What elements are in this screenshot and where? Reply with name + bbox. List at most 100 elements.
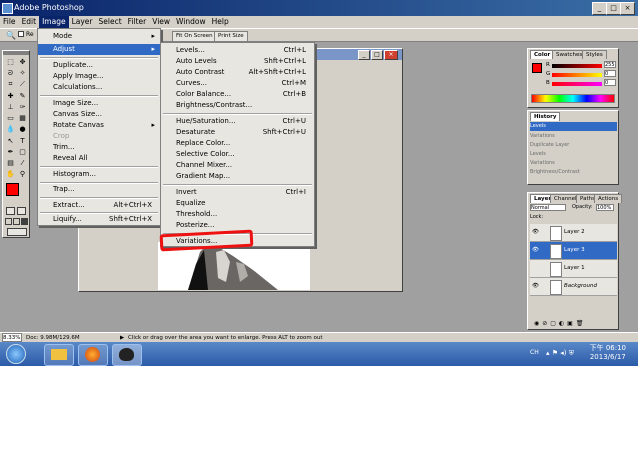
menu-item-liquify[interactable]: Liquify... Shft+Ctrl+X: [38, 214, 160, 225]
layer-row[interactable]: 👁 Background: [530, 278, 617, 296]
blur-tool-icon[interactable]: 💧: [5, 124, 16, 134]
foreground-color-swatch[interactable]: [6, 183, 19, 196]
opacity-field[interactable]: 100%: [596, 204, 614, 211]
zoom-field[interactable]: 8.33%: [2, 333, 22, 342]
menu-edit[interactable]: Edit: [19, 16, 40, 28]
history-item[interactable]: Variations: [530, 159, 617, 168]
path-select-tool-icon[interactable]: ↖: [5, 136, 16, 146]
layer-row[interactable]: 👁 Layer 2: [530, 224, 617, 242]
history-brush-tool-icon[interactable]: ✑: [17, 102, 28, 112]
resize-windows-checkbox[interactable]: [18, 31, 24, 37]
history-item[interactable]: Duplicate Layer: [530, 141, 617, 150]
lasso-tool-icon[interactable]: ᘐ: [5, 68, 16, 78]
menu-item-duplicate[interactable]: Duplicate...: [38, 60, 160, 71]
history-item[interactable]: Variations: [530, 132, 617, 141]
menu-item-brightness-contrast[interactable]: Brightness/Contrast...: [161, 100, 314, 111]
notes-tool-icon[interactable]: ▤: [5, 158, 16, 168]
zoom-tool-icon[interactable]: ⚲: [17, 169, 28, 179]
screen-mode-full-menu-icon[interactable]: [13, 218, 20, 225]
system-clock[interactable]: 下午 06:10 2013/6/17: [590, 344, 626, 362]
menu-image[interactable]: Image: [39, 16, 69, 28]
menu-item-canvas-size[interactable]: Canvas Size...: [38, 109, 160, 120]
menu-help[interactable]: Help: [209, 16, 232, 28]
doc-minimize-button[interactable]: _: [358, 50, 370, 60]
maximize-button[interactable]: □: [606, 2, 621, 15]
brush-tool-icon[interactable]: ✎: [17, 91, 28, 101]
explorer-icon[interactable]: [44, 344, 74, 366]
b-value[interactable]: 0: [604, 79, 616, 86]
menu-file[interactable]: File: [0, 16, 19, 28]
blend-mode-select[interactable]: Normal: [530, 204, 566, 211]
doc-maximize-button[interactable]: □: [371, 50, 383, 60]
color-foreground-swatch[interactable]: [532, 63, 542, 73]
photoshop-task-icon[interactable]: [112, 344, 142, 366]
magic-wand-tool-icon[interactable]: ✧: [17, 68, 28, 78]
menu-item-apply-image[interactable]: Apply Image...: [38, 71, 160, 82]
menu-window[interactable]: Window: [173, 16, 209, 28]
menu-item-desaturate[interactable]: Desaturate Shft+Ctrl+U: [161, 127, 314, 138]
type-tool-icon[interactable]: T: [17, 136, 28, 146]
menu-item-channel-mixer[interactable]: Channel Mixer...: [161, 160, 314, 171]
menu-item-image-size[interactable]: Image Size...: [38, 98, 160, 109]
eyedropper-tool-icon[interactable]: ⁄: [17, 158, 28, 168]
tab-styles[interactable]: Styles: [582, 50, 607, 59]
firefox-icon[interactable]: [78, 344, 108, 366]
menu-item-color-balance[interactable]: Color Balance... Ctrl+B: [161, 89, 314, 100]
language-indicator[interactable]: CH: [530, 349, 539, 356]
menu-item-auto-contrast[interactable]: Auto Contrast Alt+Shft+Ctrl+L: [161, 67, 314, 78]
layer-row[interactable]: Layer 1: [530, 260, 617, 278]
visibility-eye-icon[interactable]: 👁: [532, 224, 539, 241]
clone-stamp-tool-icon[interactable]: ⊥: [5, 102, 16, 112]
screen-mode-standard-icon[interactable]: [5, 218, 12, 225]
r-slider[interactable]: [552, 64, 602, 68]
history-item[interactable]: Levels: [530, 150, 617, 159]
menu-item-auto-levels[interactable]: Auto Levels Shft+Ctrl+L: [161, 56, 314, 67]
menu-item-trap[interactable]: Trap...: [38, 184, 160, 195]
menu-item-rotate-canvas[interactable]: Rotate Canvas ▸: [38, 120, 160, 131]
menu-item-trim[interactable]: Trim...: [38, 142, 160, 153]
doc-close-button[interactable]: ×: [384, 50, 398, 60]
menu-item-histogram[interactable]: Histogram...: [38, 169, 160, 180]
jump-to-imageready-icon[interactable]: [7, 228, 27, 236]
layer-row[interactable]: 👁 Layer 3: [530, 242, 617, 260]
screen-mode-full-icon[interactable]: [21, 218, 28, 225]
minimize-button[interactable]: _: [592, 2, 607, 15]
menu-item-adjust[interactable]: Adjust ▸: [38, 44, 160, 55]
standard-mode-icon[interactable]: [6, 207, 15, 215]
close-button[interactable]: ×: [620, 2, 635, 15]
hand-tool-icon[interactable]: ✋: [5, 169, 16, 179]
menu-item-threshold[interactable]: Threshold...: [161, 209, 314, 220]
history-item[interactable]: Levels: [530, 122, 617, 131]
tab-history[interactable]: History: [530, 112, 561, 121]
visibility-eye-icon[interactable]: 👁: [532, 242, 539, 259]
pen-tool-icon[interactable]: ✒: [5, 147, 16, 157]
menu-item-extract[interactable]: Extract... Alt+Ctrl+X: [38, 200, 160, 211]
color-ramp[interactable]: [531, 94, 615, 103]
menu-filter[interactable]: Filter: [125, 16, 150, 28]
eraser-tool-icon[interactable]: ▭: [5, 113, 16, 123]
g-slider[interactable]: [552, 73, 602, 77]
gradient-tool-icon[interactable]: ▦: [17, 113, 28, 123]
fit-on-screen-button[interactable]: Fit On Screen: [172, 31, 217, 42]
layer-actions-bar[interactable]: ◉⊘▢◐▣🗑: [534, 320, 614, 328]
print-size-button[interactable]: Print Size: [214, 31, 248, 42]
tray-icons[interactable]: ▴ ⚑ ◂) ⛨: [546, 349, 574, 358]
menu-item-levels[interactable]: Levels... Ctrl+L: [161, 45, 314, 56]
slice-tool-icon[interactable]: ⟋: [17, 79, 28, 89]
menu-item-curves[interactable]: Curves... Ctrl+M: [161, 78, 314, 89]
b-slider[interactable]: [552, 82, 602, 86]
menu-item-calculations[interactable]: Calculations...: [38, 82, 160, 93]
dodge-tool-icon[interactable]: ●: [17, 124, 28, 134]
healing-brush-tool-icon[interactable]: ✚: [5, 91, 16, 101]
menu-select[interactable]: Select: [96, 16, 125, 28]
marquee-tool-icon[interactable]: ⬚: [5, 57, 16, 67]
crop-tool-icon[interactable]: ⌗: [5, 79, 16, 89]
tab-actions[interactable]: Actions: [594, 194, 623, 203]
g-value[interactable]: 0: [604, 70, 616, 77]
tab-color[interactable]: Color: [530, 50, 555, 59]
shape-tool-icon[interactable]: ▢: [17, 147, 28, 157]
menu-view[interactable]: View: [149, 16, 173, 28]
history-item[interactable]: Brightness/Contrast: [530, 168, 617, 177]
menu-layer[interactable]: Layer: [69, 16, 96, 28]
menu-item-replace-color[interactable]: Replace Color...: [161, 138, 314, 149]
